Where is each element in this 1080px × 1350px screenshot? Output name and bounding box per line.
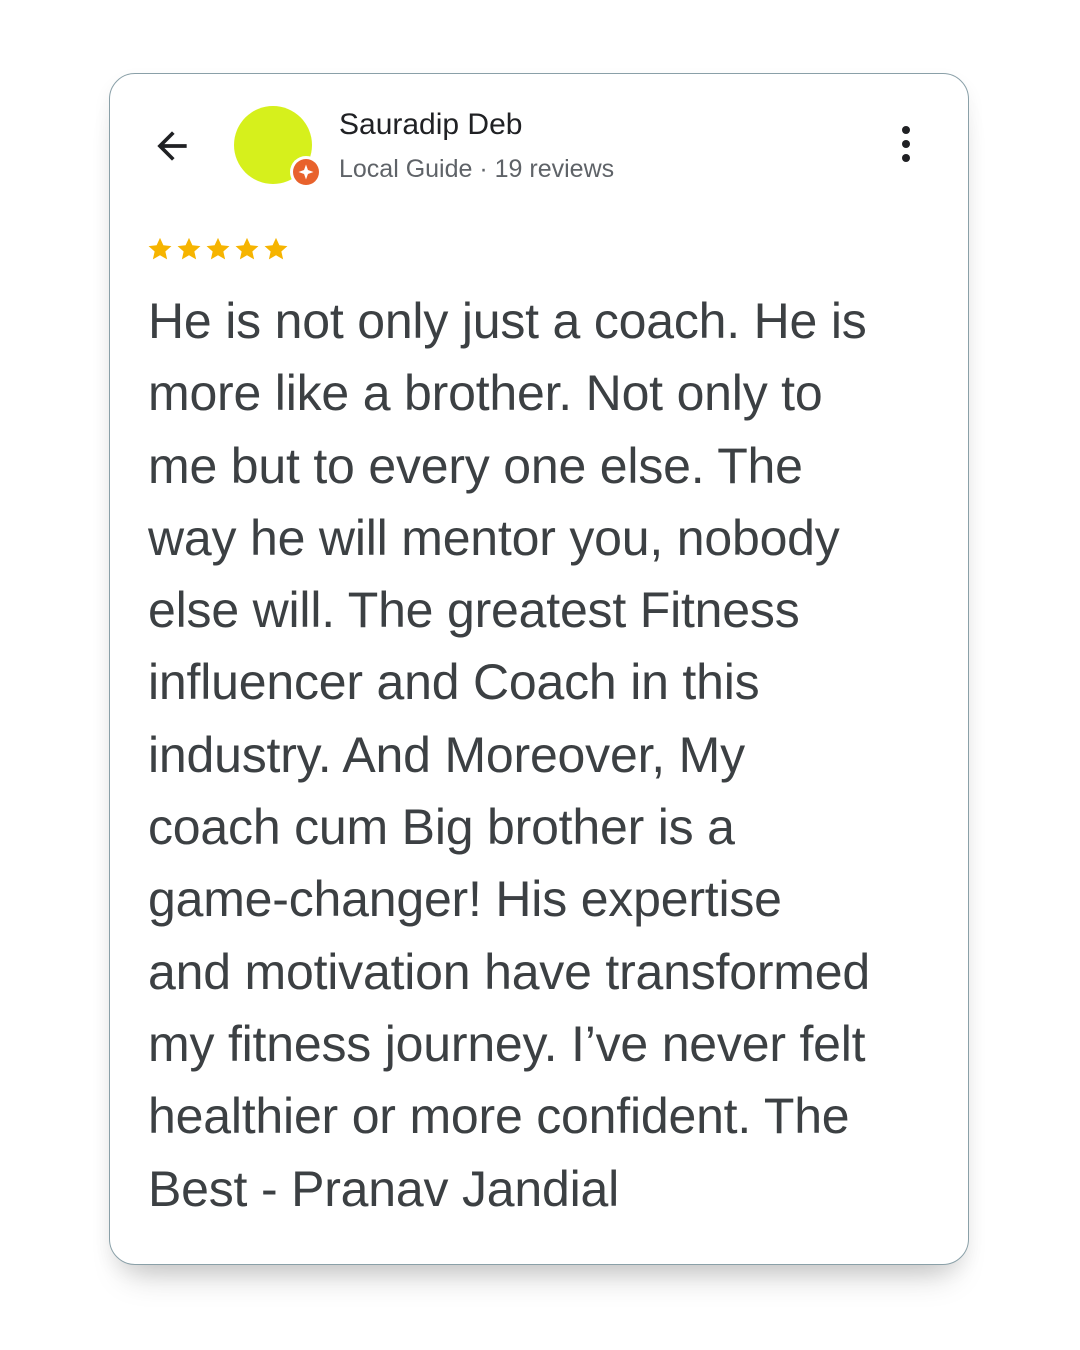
review-line: influencer and Coach in this	[148, 654, 760, 711]
star-icon	[206, 237, 230, 260]
review-line: me but to every one else. The	[148, 437, 803, 494]
review-line: and motivation have transformed	[148, 943, 870, 1000]
review-text: He is not only just a coach. He is more l…	[148, 285, 948, 1225]
review-line: more like a brother. Not only to	[148, 365, 823, 422]
review-line: game-changer! His expertise	[148, 871, 782, 928]
review-line: healthier or more confident. The	[148, 1088, 850, 1145]
star-icon	[148, 237, 172, 260]
arrow-back-icon	[157, 131, 187, 161]
review-line: He is not only just a coach. He is	[148, 293, 867, 349]
star-icon	[235, 237, 259, 260]
review-line: else will. The greatest Fitness	[148, 582, 800, 639]
review-line: Best - Pranav Jandial	[148, 1160, 620, 1217]
review-card: Sauradip Deb Local Guide · 19 reviews He…	[109, 73, 969, 1265]
local-guide-badge-icon	[290, 156, 322, 188]
review-line: way he will mentor you, nobody	[148, 509, 840, 566]
reviewer-meta: Local Guide · 19 reviews	[339, 155, 615, 183]
review-line: coach cum Big brother is a	[148, 799, 735, 856]
review-line: industry. And Moreover, My	[148, 726, 745, 783]
star-icon	[177, 237, 201, 260]
review-line: my fitness journey. I’ve never felt	[148, 1015, 866, 1072]
back-button[interactable]	[148, 122, 196, 170]
more-options-button[interactable]	[886, 120, 926, 168]
star-icon	[264, 237, 288, 260]
reviewer-name[interactable]: Sauradip Deb	[339, 106, 522, 144]
star-rating	[146, 235, 290, 263]
more-vertical-icon	[902, 126, 910, 134]
